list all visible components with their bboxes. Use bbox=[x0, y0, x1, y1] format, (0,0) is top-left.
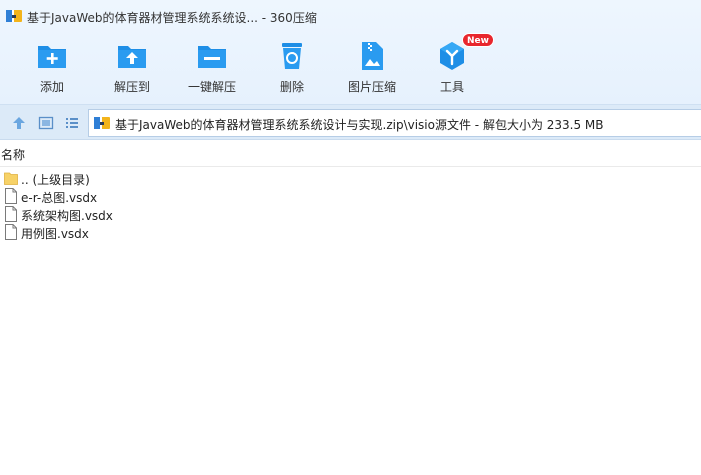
delete-label: 删除 bbox=[279, 80, 304, 94]
file-name: 系统架构图.vsdx bbox=[21, 209, 113, 223]
file-icon bbox=[5, 188, 17, 204]
list-item[interactable]: 用例图.vsdx bbox=[4, 223, 304, 241]
add-label: 添加 bbox=[39, 80, 64, 94]
thumbnail-view-icon[interactable] bbox=[38, 115, 54, 131]
toolbar: 添加 解压到 一键解压 删除 图片压缩 New 工具 bbox=[0, 33, 701, 100]
list-item[interactable]: e-r-总图.vsdx bbox=[4, 187, 304, 205]
file-name: e-r-总图.vsdx bbox=[21, 191, 98, 205]
archive-icon bbox=[94, 117, 110, 129]
header-area: 基于JavaWeb的体育器材管理系统系统设... - 360压缩 添加 解压到 … bbox=[0, 0, 701, 104]
one-click-extract-icon bbox=[198, 46, 226, 68]
extract-to-icon bbox=[118, 46, 146, 68]
delete-button[interactable]: 删除 bbox=[252, 36, 332, 98]
file-icon bbox=[5, 224, 17, 240]
delete-icon bbox=[282, 43, 302, 69]
image-compress-icon bbox=[362, 42, 383, 70]
list-item[interactable]: 系统架构图.vsdx bbox=[4, 205, 304, 223]
header-divider bbox=[0, 166, 701, 167]
list-view-icon[interactable] bbox=[64, 115, 80, 131]
title-bar: 基于JavaWeb的体育器材管理系统系统设... - 360压缩 bbox=[0, 0, 701, 32]
file-name: .. (上级目录) bbox=[21, 173, 90, 187]
image-compress-label: 图片压缩 bbox=[347, 80, 396, 94]
folder-icon bbox=[4, 172, 18, 185]
address-bar[interactable]: 基于JavaWeb的体育器材管理系统系统设计与实现.zip\visio源文件 -… bbox=[88, 109, 701, 137]
column-header-name[interactable]: 名称 bbox=[0, 146, 25, 166]
extract-to-label: 解压到 bbox=[113, 80, 150, 94]
add-icon bbox=[38, 46, 66, 68]
add-button[interactable]: 添加 bbox=[12, 36, 92, 98]
file-list: 名称 .. (上级目录) e-r-总图.vsdx 系统架构图.vsdx 用例图.… bbox=[0, 141, 701, 475]
list-item-parent-folder[interactable]: .. (上级目录) bbox=[4, 169, 304, 187]
navigation-bar: 基于JavaWeb的体育器材管理系统系统设计与实现.zip\visio源文件 -… bbox=[0, 104, 701, 140]
new-badge: New bbox=[462, 33, 494, 47]
window-title: 基于JavaWeb的体育器材管理系统系统设... - 360压缩 bbox=[27, 11, 317, 25]
file-name: 用例图.vsdx bbox=[21, 227, 89, 241]
up-arrow-icon[interactable] bbox=[11, 115, 27, 131]
one-click-extract-label: 一键解压 bbox=[187, 80, 236, 94]
file-icon bbox=[5, 206, 17, 222]
tools-button[interactable]: New 工具 bbox=[412, 33, 494, 98]
archive-logo-icon bbox=[6, 10, 22, 22]
one-click-extract-button[interactable]: 一键解压 bbox=[172, 36, 252, 98]
extract-to-button[interactable]: 解压到 bbox=[92, 36, 172, 98]
address-path: 基于JavaWeb的体育器材管理系统系统设计与实现.zip\visio源文件 -… bbox=[115, 118, 604, 132]
tools-label: 工具 bbox=[439, 80, 464, 94]
app-window: 基于JavaWeb的体育器材管理系统系统设... - 360压缩 添加 解压到 … bbox=[0, 0, 701, 475]
image-compress-button[interactable]: 图片压缩 bbox=[332, 36, 412, 98]
